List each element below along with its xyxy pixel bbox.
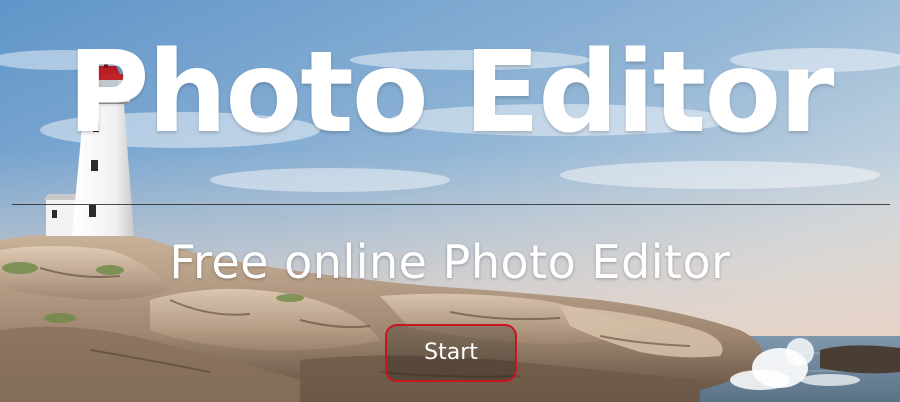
title-divider [12,204,890,205]
hero-subtitle: Free online Photo Editor [169,235,731,289]
hero-title: Photo Editor [67,28,834,158]
start-button[interactable]: Start [385,324,517,382]
hero-section: Photo Editor Free online Photo Editor St… [0,0,900,402]
